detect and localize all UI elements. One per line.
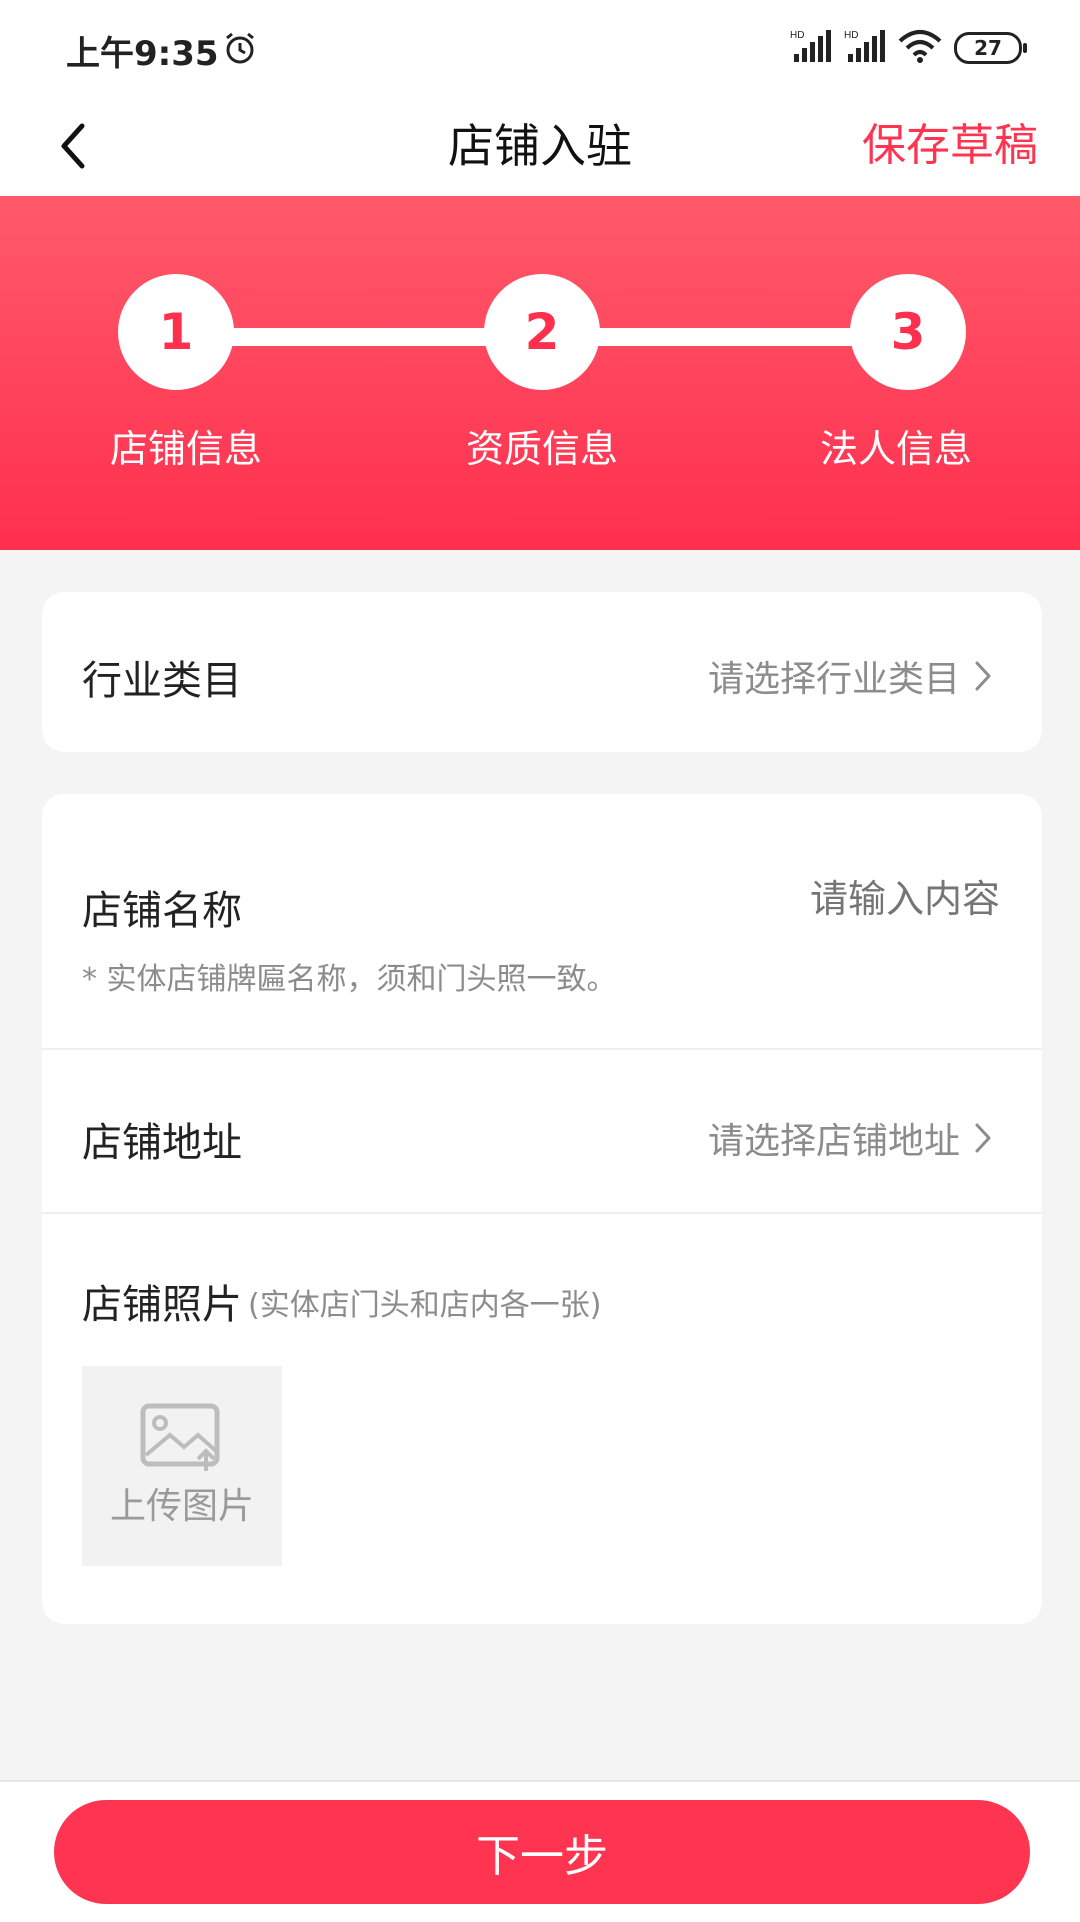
upload-image-button[interactable]: 上传图片: [82, 1366, 282, 1566]
chevron-left-icon: [61, 123, 85, 169]
step-connector: [594, 328, 860, 346]
next-step-button[interactable]: 下一步: [54, 1800, 1030, 1904]
steps-banner: 1 2 3 店铺信息 资质信息 法人信息: [0, 196, 1080, 550]
signal-icon: HD: [790, 28, 832, 68]
chevron-right-icon: [975, 661, 991, 691]
divider: [42, 1212, 1042, 1214]
back-button[interactable]: [40, 112, 108, 180]
industry-label: 行业类目: [82, 658, 242, 704]
svg-text:HD: HD: [844, 30, 858, 41]
industry-value: 请选择行业类目: [707, 659, 960, 700]
status-time: 上午9:35: [66, 34, 219, 74]
shop-name-input[interactable]: [698, 876, 1002, 922]
battery-icon: 27: [954, 32, 1027, 64]
chevron-right-icon: [975, 1123, 991, 1153]
step-1-label: 店铺信息: [109, 427, 262, 471]
bottom-bar: 下一步: [0, 1780, 1080, 1922]
step-2-label: 资质信息: [465, 427, 618, 471]
industry-card[interactable]: 行业类目 请选择行业类目: [42, 592, 1042, 752]
svg-text:HD: HD: [790, 30, 804, 41]
signal-icon-2: HD: [844, 28, 886, 68]
nav-bar: 店铺入驻 保存草稿: [0, 96, 1080, 196]
shop-name-hint: * 实体店铺牌匾名称，须和门头照一致。: [82, 962, 617, 997]
shop-name-label: 店铺名称: [82, 888, 242, 934]
shop-address-label: 店铺地址: [82, 1120, 242, 1166]
upload-label: 上传图片: [109, 1486, 254, 1527]
shop-photo-sublabel: (实体店门头和店内各一张): [248, 1288, 602, 1323]
alarm-icon: [222, 30, 258, 70]
step-1-circle: 1: [118, 274, 234, 390]
shop-info-card: 店铺名称 * 实体店铺牌匾名称，须和门头照一致。 店铺地址 请选择店铺地址 店铺…: [42, 794, 1042, 1624]
step-3-circle: 3: [850, 274, 966, 390]
step-3-label: 法人信息: [819, 427, 972, 471]
step-connector: [230, 328, 496, 346]
save-draft-button[interactable]: 保存草稿: [862, 96, 1038, 196]
shop-address-value: 请选择店铺地址: [707, 1121, 960, 1162]
step-2-circle: 2: [484, 274, 600, 390]
status-indicators: HD HD 27: [790, 26, 1027, 70]
shop-address-select[interactable]: 请选择店铺地址: [708, 1112, 992, 1164]
wifi-icon: [898, 29, 942, 67]
shop-photo-label: 店铺照片: [82, 1282, 242, 1328]
industry-select[interactable]: 请选择行业类目: [708, 650, 992, 702]
status-bar: 上午9:35 HD HD 27: [0, 0, 1080, 96]
image-upload-icon: [140, 1403, 220, 1471]
divider: [42, 1048, 1042, 1050]
